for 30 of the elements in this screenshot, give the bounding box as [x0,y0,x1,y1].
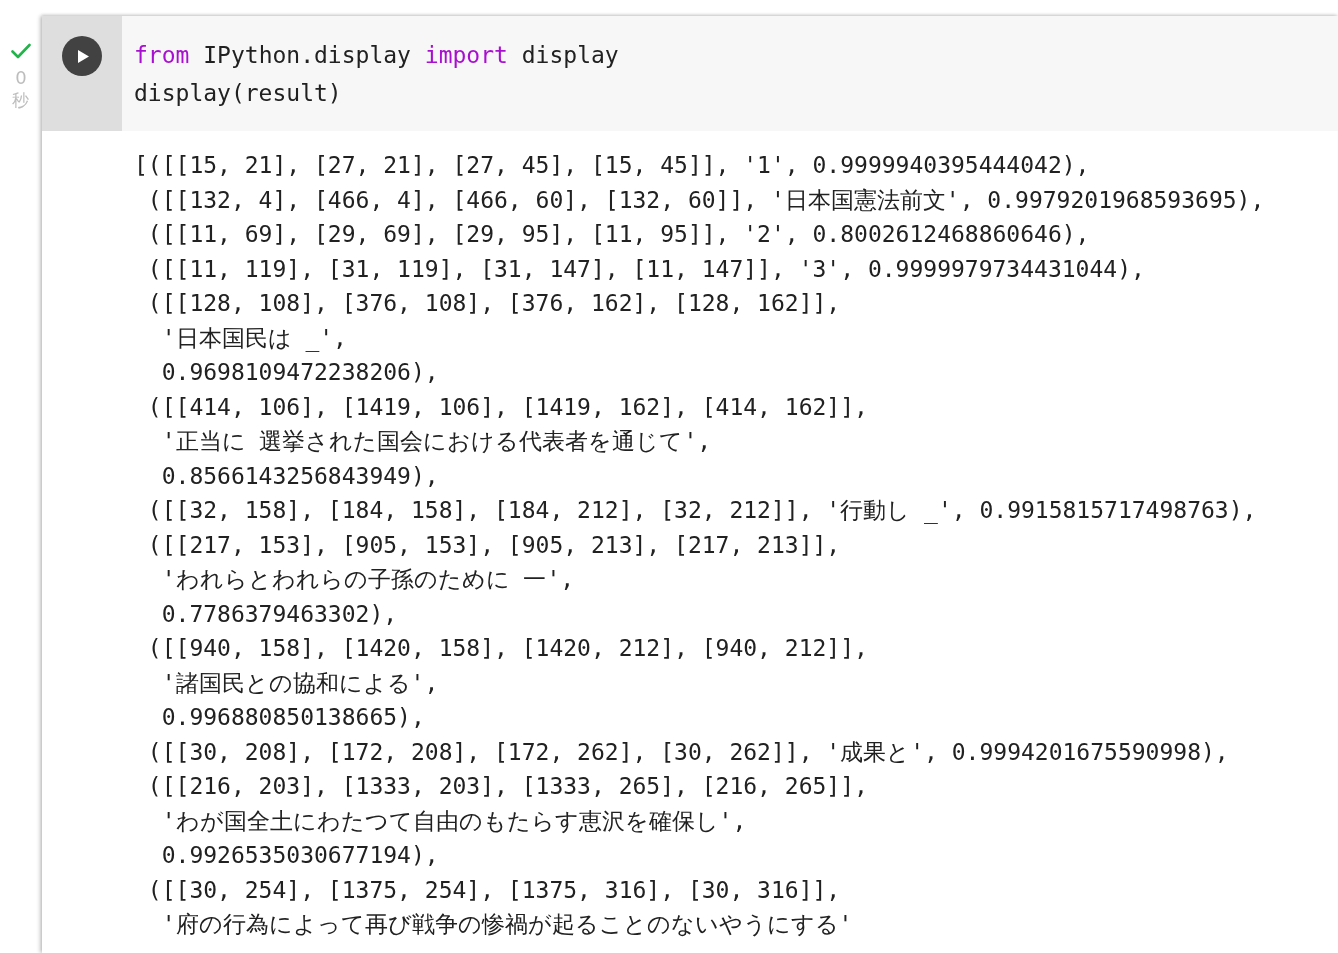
code-line: display(result) [134,79,342,108]
output-line: ([[30, 254], [1375, 254], [1375, 316], [30, 316]], [147,875,841,905]
time-unit: 秒 [11,89,29,112]
output-line: 0.9926535030677194), [161,841,439,870]
output-line: 0.8566143256843949), [161,461,439,491]
code-editor[interactable]: from IPython.display import display display(result) [122,16,1338,131]
output-line: 'わが国全土にわたつて自由のもたらす恵沢を確保し', [161,806,747,836]
play-icon [78,49,89,63]
output-line: '諸国民との協和による', [161,668,439,698]
output-line: ([[132, 4], [466, 4], [466, 60], [132, 60]], '日本国憲法前文', 0.9979201968593695), [147,185,1265,215]
execution-time: 0 [15,66,27,89]
output-line: 0.7786379463302), [161,599,398,629]
output-line: [([[15, 21], [27, 21], [27, 45], [15, 45]], '1', 0.9999940395444042), [134,151,1090,180]
output-line: '府の行為によって再び戦争の惨禍が起ることのないやうにする' [161,910,853,939]
output-line: ([[216, 203], [1333, 203], [1333, 265], [216, 265]], [147,772,868,801]
output-line: '日本国民は _', [161,323,347,354]
output-line: 'われらとわれらの子孫のために 一', [161,565,575,594]
output-line: '正当に 選挙された国会における代表者を通じて', [161,427,712,456]
output-line: ([[32, 158], [184, 158], [184, 212], [32, 212]], '行動し _', 0.9915815717498763), [147,496,1257,526]
output-line: ([[217, 153], [905, 153], [905, 213], [217, 213]], [147,530,841,560]
output-line: ([[940, 158], [1420, 158], [1420, 212], [940, 212]], [147,634,868,663]
output-line: ([[128, 108], [376, 108], [376, 162], [128, 162]], [147,289,841,318]
output-line: ([[11, 69], [29, 69], [29, 95], [11, 95]], '2', 0.8002612468860646), [147,220,1090,249]
run-button[interactable] [62,36,102,76]
code-line: from IPython.display import display [134,41,619,70]
output-line: 0.996880850138665), [161,703,425,732]
output-line: 0.9698109472238206), [161,358,439,387]
output-line: ([[30, 208], [172, 208], [172, 262], [30, 262]], '成果と', 0.9994201675590998), [147,737,1229,767]
output-line: ([[11, 119], [31, 119], [31, 147], [11, 147]], '3', 0.9999979734431044), [147,254,1145,284]
output-line: ([[414, 106], [1419, 106], [1419, 162], [414, 162]], [147,392,868,422]
